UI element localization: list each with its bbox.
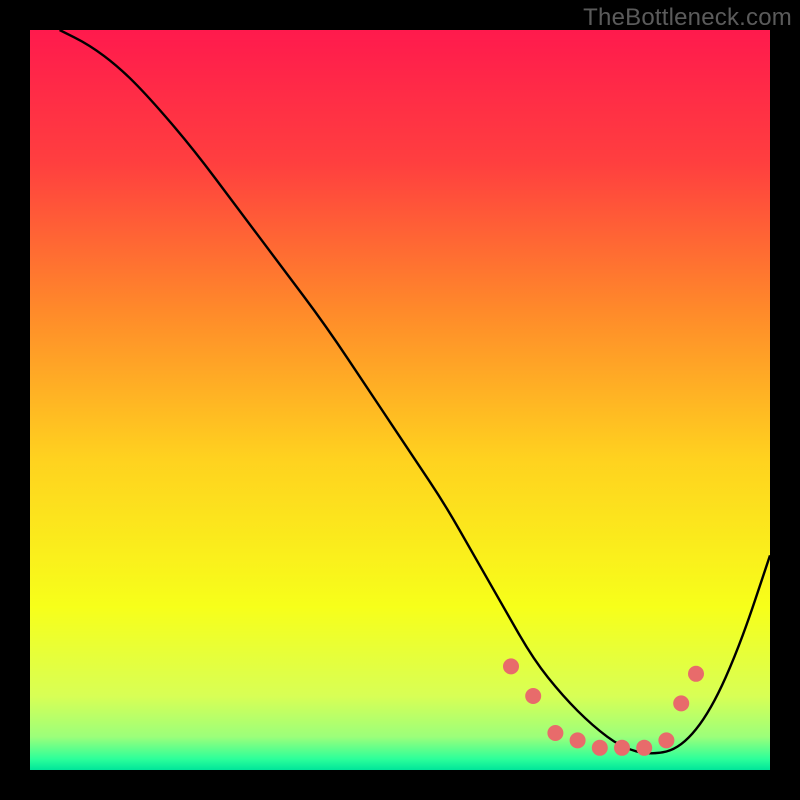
marker-dot xyxy=(614,740,630,756)
plot-area xyxy=(30,30,770,770)
marker-dot xyxy=(658,732,674,748)
marker-dot xyxy=(636,740,652,756)
gradient-background xyxy=(30,30,770,770)
marker-dot xyxy=(503,658,519,674)
marker-dot xyxy=(547,725,563,741)
watermark-text: TheBottleneck.com xyxy=(583,4,792,32)
marker-dot xyxy=(688,666,704,682)
marker-dot xyxy=(673,695,689,711)
marker-dot xyxy=(592,740,608,756)
chart-frame: TheBottleneck.com xyxy=(0,0,800,800)
marker-dot xyxy=(525,688,541,704)
chart-svg xyxy=(30,30,770,770)
marker-dot xyxy=(570,732,586,748)
